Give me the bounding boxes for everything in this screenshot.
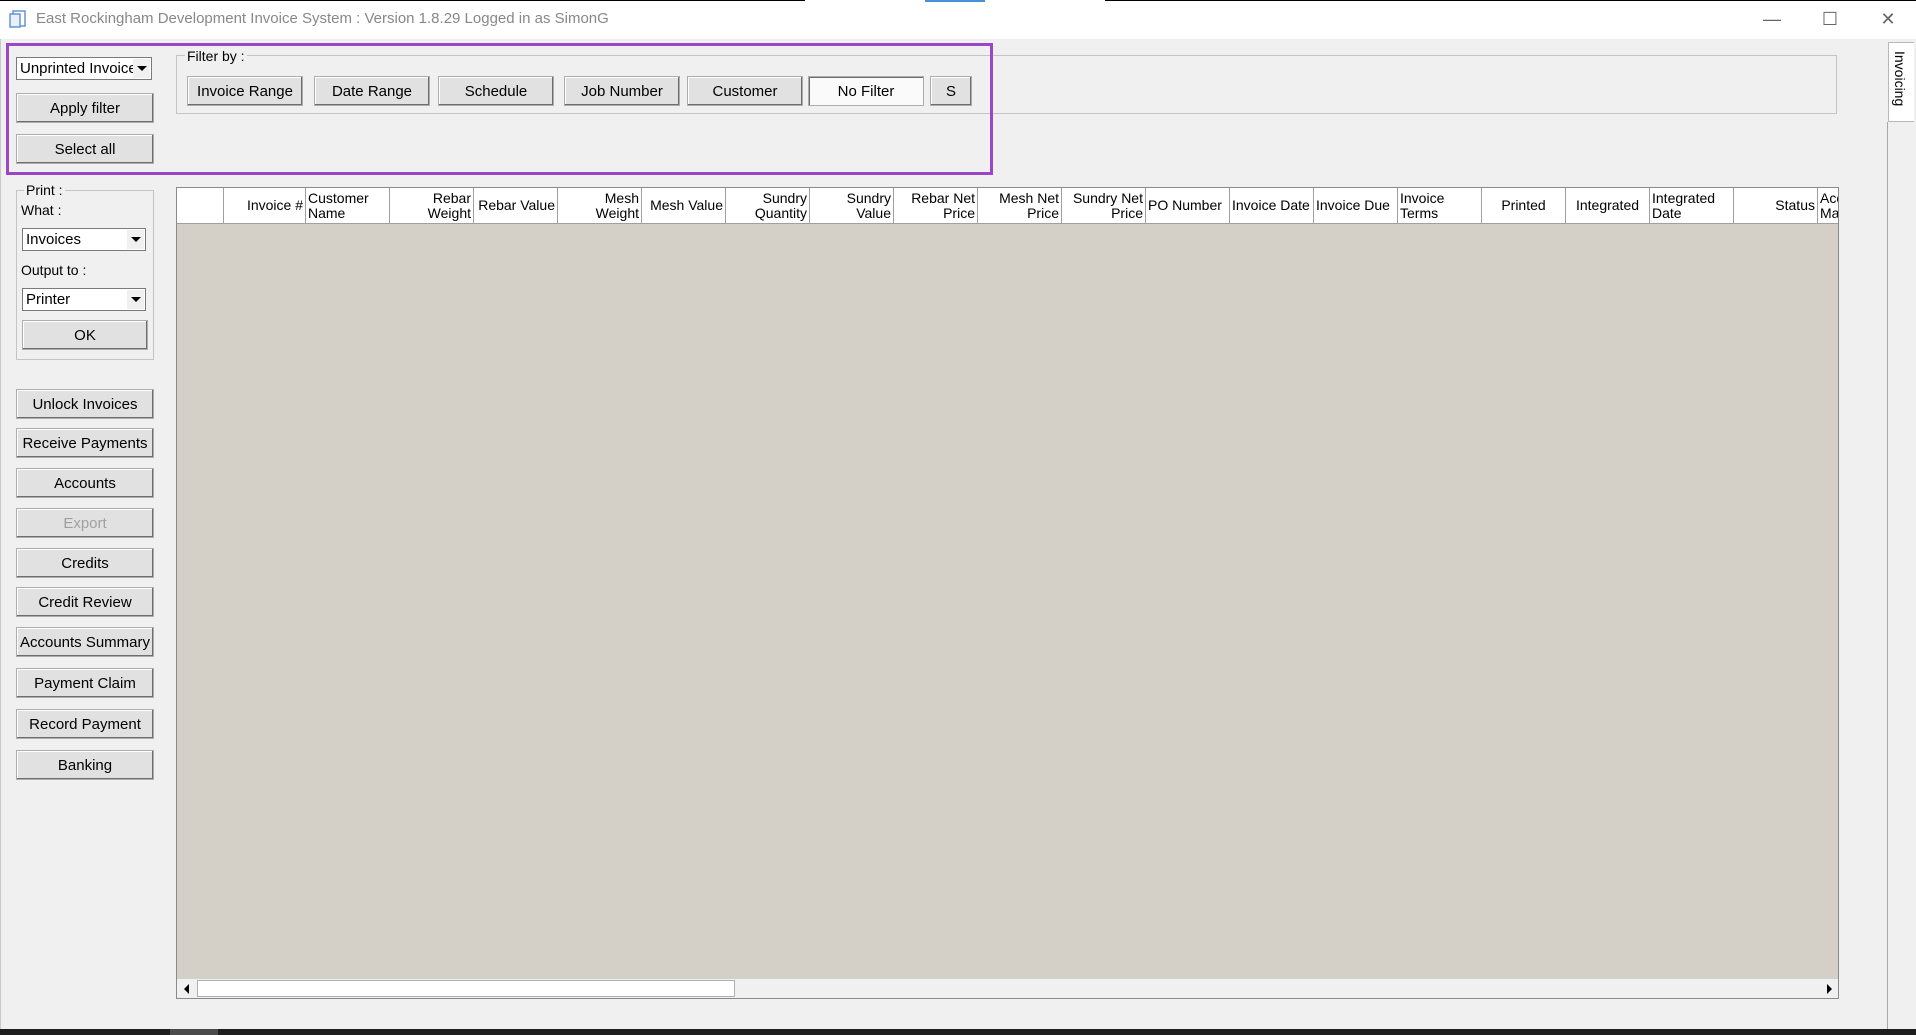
accounts-button[interactable]: Accounts bbox=[16, 468, 154, 498]
column-header-rebar-weight[interactable]: Rebar Weight bbox=[390, 188, 474, 223]
column-header-printed[interactable]: Printed bbox=[1482, 188, 1566, 223]
app-icon bbox=[9, 10, 26, 28]
minimize-button[interactable]: — bbox=[1744, 0, 1800, 39]
column-header-rebar-net-price[interactable]: Rebar Net Price bbox=[894, 188, 978, 223]
maximize-button[interactable]: ☐ bbox=[1802, 0, 1858, 39]
taskbar-edge bbox=[0, 1029, 1916, 1035]
print-what-value: Invoices bbox=[26, 231, 82, 248]
scrollbar-thumb[interactable] bbox=[197, 980, 735, 997]
column-header-integrated[interactable]: Integrated bbox=[1566, 188, 1650, 223]
column-header-po-number[interactable]: PO Number bbox=[1146, 188, 1230, 223]
column-header-invoice-date[interactable]: Invoice Date bbox=[1230, 188, 1314, 223]
horizontal-scrollbar[interactable] bbox=[177, 978, 1838, 998]
side-tab-border bbox=[1887, 122, 1888, 1029]
record-payment-button[interactable]: Record Payment bbox=[16, 709, 154, 739]
payment-claim-button[interactable]: Payment Claim bbox=[16, 668, 154, 698]
window-border bbox=[0, 39, 1, 1029]
scroll-left-icon[interactable] bbox=[177, 979, 195, 998]
output-label: Output to : bbox=[21, 262, 87, 278]
column-header-mesh-value[interactable]: Mesh Value bbox=[642, 188, 726, 223]
output-select[interactable]: Printer bbox=[22, 288, 146, 311]
column-header-mesh-net-price[interactable]: Mesh Net Price bbox=[978, 188, 1062, 223]
print-group-label: Print : bbox=[24, 182, 65, 198]
receive-payments-button[interactable]: Receive Payments bbox=[16, 428, 154, 458]
accounts-summary-button[interactable]: Accounts Summary bbox=[16, 627, 154, 657]
print-what-select[interactable]: Invoices bbox=[22, 228, 146, 251]
column-header-rebar-value[interactable]: Rebar Value bbox=[474, 188, 558, 223]
invoice-grid[interactable]: Invoice # Customer Name Rebar Weight Reb… bbox=[176, 187, 1839, 999]
column-header-integrated-date[interactable]: Integrated Date bbox=[1650, 188, 1734, 223]
column-header-selector[interactable] bbox=[177, 188, 224, 223]
column-header-invoice-number[interactable]: Invoice # bbox=[224, 188, 306, 223]
chevron-down-icon[interactable] bbox=[127, 290, 144, 309]
column-header-invoice-due[interactable]: Invoice Due bbox=[1314, 188, 1398, 223]
column-header-customer-name[interactable]: Customer Name bbox=[306, 188, 390, 223]
close-button[interactable]: ✕ bbox=[1860, 0, 1916, 39]
what-label: What : bbox=[21, 202, 62, 218]
column-header-mesh-weight[interactable]: Mesh Weight bbox=[558, 188, 642, 223]
column-header-sundry-value[interactable]: Sundry Value bbox=[810, 188, 894, 223]
grid-header: Invoice # Customer Name Rebar Weight Reb… bbox=[177, 188, 1838, 224]
chevron-down-icon[interactable] bbox=[127, 230, 144, 249]
export-button: Export bbox=[16, 508, 154, 538]
column-header-sundry-net-price[interactable]: Sundry Net Price bbox=[1062, 188, 1146, 223]
credit-review-button[interactable]: Credit Review bbox=[16, 587, 154, 617]
column-header-status[interactable]: Status bbox=[1734, 188, 1818, 223]
window-title: East Rockingham Development Invoice Syst… bbox=[36, 10, 609, 27]
title-bar: East Rockingham Development Invoice Syst… bbox=[0, 0, 1916, 39]
output-value: Printer bbox=[26, 291, 71, 308]
column-header-sundry-quantity[interactable]: Sundry Quantity bbox=[726, 188, 810, 223]
taskbar-segment bbox=[170, 1029, 218, 1035]
banking-button[interactable]: Banking bbox=[16, 750, 154, 780]
ok-button[interactable]: OK bbox=[22, 320, 148, 350]
unlock-invoices-button[interactable]: Unlock Invoices bbox=[16, 389, 154, 419]
column-header-invoice-terms[interactable]: Invoice Terms bbox=[1398, 188, 1482, 223]
top-edge-accent bbox=[925, 0, 985, 2]
top-edge bbox=[0, 0, 805, 1]
credits-button[interactable]: Credits bbox=[16, 548, 154, 578]
tab-invoicing[interactable]: Invoicing bbox=[1888, 42, 1914, 122]
scroll-right-icon[interactable] bbox=[1820, 979, 1838, 998]
column-header-acc-ma[interactable]: Acc Ma bbox=[1818, 188, 1838, 223]
highlight-box bbox=[6, 43, 993, 175]
tab-invoicing-label: Invoicing bbox=[1892, 51, 1908, 107]
